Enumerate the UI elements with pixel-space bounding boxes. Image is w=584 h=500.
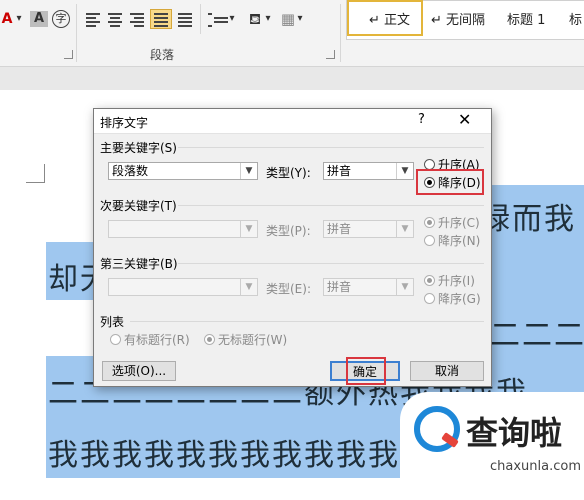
document-line: 二二二 bbox=[490, 318, 584, 353]
radio-circle-icon bbox=[424, 293, 435, 304]
secondary-descending-label: 降序(N) bbox=[438, 234, 481, 248]
font-color-dropdown-icon[interactable]: ▾ bbox=[14, 8, 24, 30]
secondary-ascending-label: 升序(C) bbox=[438, 216, 480, 230]
tertiary-ascending-label: 升序(I) bbox=[438, 274, 475, 288]
chevron-down-icon: ▼ bbox=[240, 221, 257, 237]
style-normal-label: ↵ 正文 bbox=[369, 13, 411, 28]
page-corner-mark bbox=[26, 164, 45, 183]
dialog-title: 排序文字 bbox=[100, 116, 149, 130]
primary-key-value: 段落数 bbox=[112, 164, 149, 178]
line-spacing-icon[interactable] bbox=[208, 11, 228, 27]
document-line: 我我我我我我我我我我我 bbox=[48, 438, 400, 473]
descending-highlight-box bbox=[416, 169, 484, 195]
paragraph-dialog-launcher-icon[interactable] bbox=[326, 50, 335, 59]
tertiary-descending-label: 降序(G) bbox=[438, 292, 481, 306]
shading-bucket-icon[interactable]: ⛾ bbox=[244, 8, 266, 30]
secondary-type-select[interactable]: 拼音 ▼ bbox=[323, 220, 414, 238]
group-separator bbox=[340, 4, 341, 62]
sort-text-dialog: 排序文字 ? ✕ 主要关键字(S) 段落数 ▼ 类型(Y): 拼音 ▼ 升序(A… bbox=[93, 108, 492, 387]
watermark-url: chaxunla.com bbox=[490, 459, 581, 474]
section-divider bbox=[178, 263, 484, 264]
section-divider bbox=[178, 147, 484, 148]
secondary-key-label: 次要关键字(T) bbox=[100, 199, 177, 213]
enclose-characters-button[interactable]: 字 bbox=[52, 10, 70, 28]
has-header-label: 有标题行(R) bbox=[124, 333, 190, 347]
style-heading-1[interactable]: 标题 1 bbox=[507, 9, 545, 28]
dialog-titlebar[interactable]: 排序文字 ? ✕ bbox=[94, 109, 491, 134]
secondary-key-select[interactable]: ▼ bbox=[108, 220, 258, 238]
character-shading-button[interactable]: A bbox=[30, 11, 48, 27]
tertiary-key-label: 第三关键字(B) bbox=[100, 257, 178, 271]
distributed-icon[interactable] bbox=[178, 11, 196, 27]
secondary-ascending-radio[interactable]: 升序(C) bbox=[424, 214, 480, 231]
list-label: 列表 bbox=[100, 315, 125, 329]
styles-gallery: ↵ 正文 ↵ 无间隔 标题 1 标 bbox=[346, 0, 584, 40]
chevron-down-icon: ▼ bbox=[396, 279, 413, 295]
line-spacing-dropdown-icon[interactable]: ▾ bbox=[228, 8, 236, 30]
secondary-type-label: 类型(P): bbox=[266, 224, 311, 238]
help-button[interactable]: ? bbox=[418, 112, 425, 127]
tertiary-ascending-radio[interactable]: 升序(I) bbox=[424, 272, 475, 289]
justify-icon[interactable] bbox=[150, 9, 172, 29]
radio-selected-icon bbox=[204, 334, 215, 345]
toolbar-separator bbox=[200, 4, 201, 34]
secondary-descending-radio[interactable]: 降序(N) bbox=[424, 232, 480, 249]
primary-key-label: 主要关键字(S) bbox=[100, 141, 177, 155]
no-header-radio[interactable]: 无标题行(W) bbox=[204, 331, 287, 348]
section-divider bbox=[130, 321, 484, 322]
shading-dropdown-icon[interactable]: ▾ bbox=[264, 8, 272, 30]
tertiary-descending-radio[interactable]: 降序(G) bbox=[424, 290, 481, 307]
has-header-radio[interactable]: 有标题行(R) bbox=[110, 331, 190, 348]
style-no-spacing[interactable]: ↵ 无间隔 bbox=[431, 9, 485, 28]
no-header-label: 无标题行(W) bbox=[218, 333, 288, 347]
cancel-button[interactable]: 取消 bbox=[410, 361, 484, 381]
align-left-icon[interactable] bbox=[86, 11, 104, 27]
document-line: 绿而我 bbox=[480, 202, 576, 237]
radio-circle-icon bbox=[110, 334, 121, 345]
align-right-icon[interactable] bbox=[130, 11, 148, 27]
align-center-icon[interactable] bbox=[108, 11, 126, 27]
close-icon[interactable]: ✕ bbox=[458, 110, 471, 129]
font-color-button[interactable]: A bbox=[0, 8, 14, 30]
paragraph-group-label: 段落 bbox=[150, 48, 175, 62]
primary-type-select[interactable]: 拼音 ▼ bbox=[323, 162, 414, 180]
watermark: 查询啦 chaxunla.com bbox=[400, 392, 584, 500]
secondary-type-value: 拼音 bbox=[327, 222, 352, 236]
ribbon: A ▾ A 字 ▾ ⛾ ▾ ▦ ▾ 段落 ↵ 正文 ↵ 无间隔 标题 1 标 bbox=[0, 0, 584, 67]
primary-key-select[interactable]: 段落数 ▼ bbox=[108, 162, 258, 180]
options-button[interactable]: 选项(O)... bbox=[102, 361, 176, 381]
ok-highlight-box bbox=[346, 357, 386, 385]
style-heading-2[interactable]: 标 bbox=[569, 9, 582, 28]
radio-selected-icon bbox=[424, 275, 435, 286]
group-separator bbox=[76, 4, 77, 62]
tertiary-type-label: 类型(E): bbox=[266, 282, 311, 296]
tertiary-type-value: 拼音 bbox=[327, 280, 352, 294]
borders-dropdown-icon[interactable]: ▾ bbox=[296, 8, 304, 30]
tertiary-key-select[interactable]: ▼ bbox=[108, 278, 258, 296]
radio-selected-icon bbox=[424, 217, 435, 228]
chevron-down-icon: ▼ bbox=[396, 221, 413, 237]
borders-icon[interactable]: ▦ bbox=[280, 8, 296, 30]
primary-type-value: 拼音 bbox=[327, 164, 352, 178]
section-divider bbox=[178, 205, 484, 206]
chevron-down-icon: ▼ bbox=[396, 163, 413, 179]
radio-circle-icon bbox=[424, 235, 435, 246]
primary-type-label: 类型(Y): bbox=[266, 166, 311, 180]
font-dialog-launcher-icon[interactable] bbox=[64, 50, 73, 59]
watermark-title: 查询啦 bbox=[466, 414, 563, 452]
tertiary-type-select[interactable]: 拼音 ▼ bbox=[323, 278, 414, 296]
chevron-down-icon: ▼ bbox=[240, 279, 257, 295]
chevron-down-icon: ▼ bbox=[240, 163, 257, 179]
